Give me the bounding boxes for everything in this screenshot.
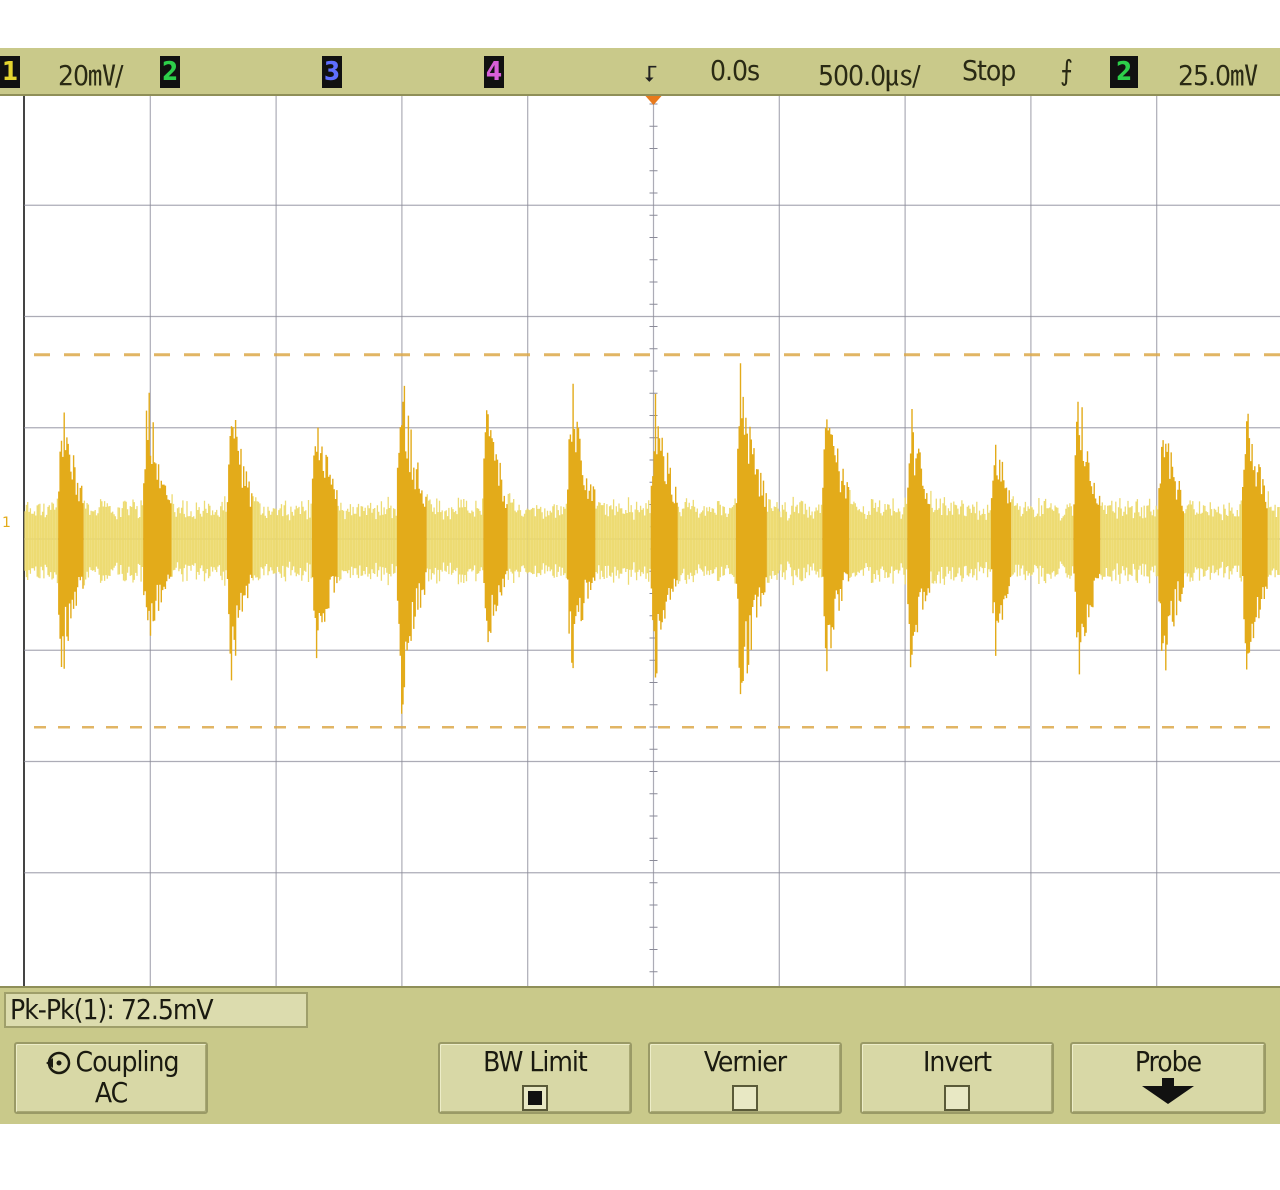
channel-2-indicator[interactable]: 2 [160,56,180,88]
vernier-label: Vernier [703,1045,787,1078]
trigger-edge-icon: ⨍ [1060,54,1073,87]
coupling-softkey[interactable]: Coupling AC [14,1042,208,1114]
coupling-label: Coupling [75,1045,180,1078]
status-bar: 1 20㎷/ 2 3 4 ⮦ 0.0s 500.0㎲/ Stop ⨍ 2 25.… [0,48,1280,96]
invert-softkey[interactable]: Invert [860,1042,1054,1114]
bw-limit-checkbox[interactable] [522,1085,548,1111]
run-state[interactable]: Stop [962,54,1016,87]
trigger-position-marker [645,96,662,105]
probe-label: Probe [1134,1045,1202,1078]
invert-checkbox[interactable] [944,1085,970,1111]
trigger-level[interactable]: 25.0㎷ [1178,54,1258,94]
rotate-knob-icon [45,1051,70,1075]
probe-softkey[interactable]: Probe [1070,1042,1266,1114]
channel-3-indicator[interactable]: 3 [322,56,342,88]
trigger-source-indicator[interactable]: 2 [1110,56,1138,88]
time-scale[interactable]: 500.0㎲/ [818,54,921,94]
vernier-checkbox[interactable] [732,1085,758,1111]
waveform-trace-bursts [58,363,1268,714]
bw-limit-softkey[interactable]: BW Limit [438,1042,632,1114]
channel-1-indicator[interactable]: 1 [0,56,20,88]
invert-label: Invert [922,1045,992,1078]
channel-4-indicator[interactable]: 4 [484,56,504,88]
channel-1-scale[interactable]: 20㎷/ [58,54,124,94]
time-delay[interactable]: 0.0s [710,54,760,87]
vernier-softkey[interactable]: Vernier [648,1042,842,1114]
trigger-position-icon: ⮦ [644,62,657,87]
pk-pk-measurement: Pk-Pk(1): 72.5mV [4,992,308,1028]
channel-1-ground-marker: 1 [2,515,11,531]
waveform-display: 1 [0,96,1280,986]
arrow-down-icon [1142,1078,1194,1104]
bw-limit-label: BW Limit [483,1045,588,1078]
graticule: 1 [2,96,1280,986]
coupling-value: AC [94,1076,128,1109]
softkey-panel: Pk-Pk(1): 72.5mV Coupling AC BW Limit Ve… [0,986,1280,1124]
